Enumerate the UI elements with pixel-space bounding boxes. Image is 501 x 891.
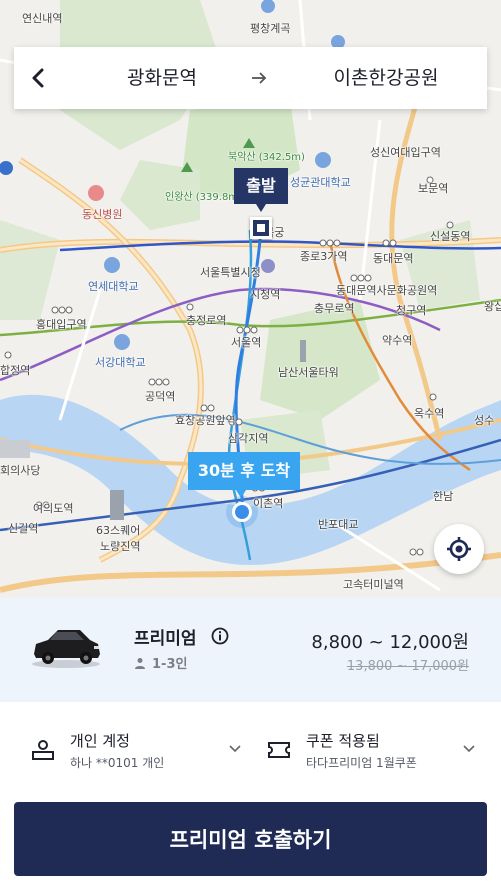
back-button[interactable]	[14, 47, 62, 109]
map-place-label: 회의사당	[0, 464, 41, 477]
chevron-left-icon	[32, 68, 44, 88]
start-pin-icon	[250, 217, 272, 239]
ticket-icon	[268, 742, 290, 758]
vehicle-name: 프리미엄	[134, 629, 197, 649]
map-place-label: 동신병원	[82, 208, 123, 221]
ride-options: 개인 계정 하나 **0101 개인 쿠폰 적용됨 타다프리미엄 1월쿠폰	[0, 702, 501, 802]
original-fare: 13,800 ~ 17,000원	[346, 659, 469, 674]
seat-capacity-label: 1-3인	[152, 657, 188, 672]
map-place-label: 이촌역	[253, 497, 284, 510]
map-place-label: 보문역	[418, 182, 449, 195]
map-place-label: 종로3가역	[300, 250, 348, 263]
map-place-label: 청구역	[396, 304, 427, 317]
map-place-label: 연세대학교	[88, 280, 139, 293]
destination-pin-icon	[232, 502, 252, 522]
start-marker-label: 출발	[234, 168, 288, 212]
map-place-label: 성신여대입구역	[370, 146, 441, 159]
map-place-label: 효창공원앞역	[175, 414, 236, 427]
map-place-label: 공덕역	[145, 390, 176, 403]
user-card-icon	[32, 740, 54, 760]
map-place-label: 여의도역	[33, 502, 74, 515]
map-place-label: 동대문역사문화공원역	[336, 284, 438, 297]
map-place-label: 평창계곡	[250, 22, 291, 35]
call-premium-button[interactable]: 프리미엄 호출하기	[14, 802, 487, 876]
map-place-label: 노량진역	[100, 540, 141, 553]
chevron-down-icon	[463, 745, 475, 753]
map-place-label: 한남	[433, 490, 454, 503]
map-place-label: 서울특별시청	[200, 266, 261, 279]
route-header: 광화문역 이촌한강공원	[14, 47, 487, 109]
account-detail: 하나 **0101 개인	[70, 756, 165, 770]
map-place-label: 충정로역	[186, 314, 227, 327]
map-place-label: 동대문역	[373, 252, 414, 265]
map-place-label: 약수역	[382, 334, 413, 347]
fare-estimate: 8,800 ~ 12,000원	[311, 632, 469, 653]
map-place-label: 성수	[474, 414, 495, 427]
map-place-label: 성균관대학교	[290, 176, 351, 189]
map-place-label: 북악산 (342.5m)	[228, 152, 305, 163]
map-place-label: 충무로역	[314, 302, 355, 315]
map-place-label: 반포대교	[318, 518, 359, 531]
chevron-down-icon	[229, 745, 241, 753]
map-place-label: 고속터미널역	[343, 578, 404, 591]
premium-car-image	[32, 630, 100, 668]
seat-capacity: 1-3인	[134, 653, 187, 672]
map-place-label: 합정역	[0, 364, 31, 377]
destination-label[interactable]: 이촌한강공원	[320, 47, 452, 109]
map-place-label: 삼각지역	[228, 432, 269, 445]
map-view[interactable]: 연신내역 평창계곡 북악산 (342.5m) 성신여대입구역 인왕산 (339.…	[0, 0, 501, 598]
vehicle-option-card[interactable]: 프리미엄 1-3인 8,800 ~ 12,000원 13,800 ~ 17,00…	[0, 598, 501, 702]
map-place-label: 연신내역	[22, 12, 63, 25]
coupon-selector[interactable]: 쿠폰 적용됨 타다프리미엄 1월쿠폰	[266, 702, 476, 802]
account-title: 개인 계정	[70, 732, 130, 750]
coupon-title: 쿠폰 적용됨	[306, 732, 380, 750]
map-place-label: 홍대입구역	[36, 318, 87, 331]
map-place-label: 남산서울타워	[278, 366, 339, 379]
arrival-eta-label: 30분 후 도착	[188, 452, 300, 498]
crosshair-icon	[447, 537, 471, 561]
map-place-label: 63스퀘어	[96, 524, 141, 537]
person-icon	[135, 657, 145, 669]
map-place-label: 서울역	[231, 336, 262, 349]
map-place-label: 왕십	[484, 300, 501, 313]
my-location-button[interactable]	[434, 524, 484, 574]
map-place-label: 신길역	[8, 522, 39, 535]
info-icon[interactable]	[211, 627, 229, 645]
map-place-label: 서강대학교	[95, 356, 146, 369]
map-place-label: 시청역	[250, 288, 281, 301]
payment-account-selector[interactable]: 개인 계정 하나 **0101 개인	[30, 702, 242, 802]
coupon-detail: 타다프리미엄 1월쿠폰	[306, 756, 417, 770]
origin-label[interactable]: 광화문역	[114, 47, 210, 109]
map-place-label: 신설동역	[430, 230, 471, 243]
map-place-label: 옥수역	[414, 407, 445, 420]
map-place-label: 인왕산 (339.8m)	[165, 192, 242, 203]
arrow-right-icon	[252, 72, 267, 84]
